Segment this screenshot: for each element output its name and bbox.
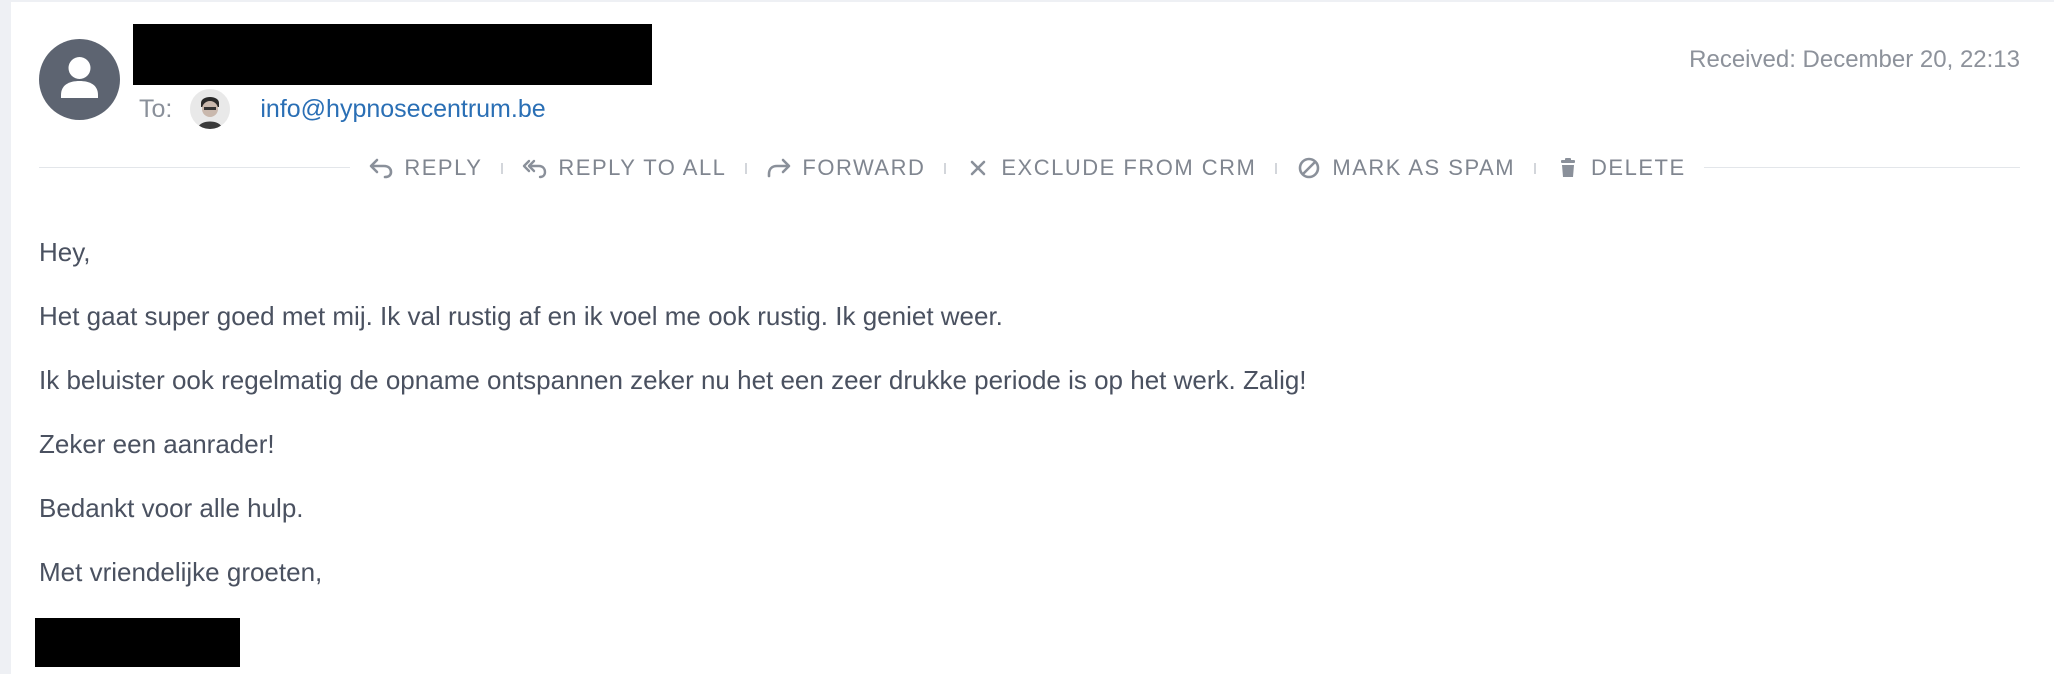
exclude-from-crm-button[interactable]: EXCLUDE FROM CRM [965, 155, 1256, 181]
body-line: Hey, [39, 237, 91, 267]
body-line: Bedankt voor alle hulp. [39, 493, 304, 523]
delete-label: DELETE [1591, 155, 1686, 180]
received-timestamp: Received: December 20, 22:13 [1689, 46, 2020, 73]
trash-icon [1555, 155, 1581, 181]
recipient-avatar [190, 89, 231, 129]
body-line: Ik beluister ook regelmatig de opname on… [39, 365, 1307, 395]
sender-avatar [39, 39, 120, 120]
forward-icon [766, 155, 792, 181]
user-silhouette-icon [61, 57, 98, 98]
forward-label: FORWARD [802, 155, 926, 180]
body-line: Met vriendelijke groeten, [39, 557, 323, 587]
message-actions-toolbar: REPLY REPLY TO ALL FORWARD EXCLUDE FROM … [0, 150, 2054, 186]
reply-label: REPLY [404, 155, 483, 180]
redacted-signature [35, 618, 240, 667]
body-line: Zeker een aanrader! [39, 429, 275, 459]
toolbar-separator [1275, 162, 1278, 174]
toolbar-separator [745, 162, 748, 174]
recipient-email-link[interactable]: info@hypnosecentrum.be [260, 95, 545, 124]
to-label: To: [139, 94, 173, 123]
reply-button[interactable]: REPLY [368, 155, 482, 181]
email-body: Hey, Het gaat super goed met mij. Ik val… [39, 232, 1307, 616]
block-icon [1296, 155, 1322, 181]
redacted-sender-name [133, 24, 652, 85]
exclude-from-crm-label: EXCLUDE FROM CRM [1001, 155, 1257, 180]
close-icon [965, 155, 991, 181]
reply-to-all-button[interactable]: REPLY TO ALL [522, 155, 726, 181]
forward-button[interactable]: FORWARD [766, 155, 925, 181]
toolbar-separator [1534, 162, 1537, 174]
body-line: Het gaat super goed met mij. Ik val rust… [39, 301, 1003, 331]
reply-to-all-label: REPLY TO ALL [558, 155, 727, 180]
mark-as-spam-label: MARK AS SPAM [1332, 155, 1516, 180]
toolbar-separator [501, 162, 504, 174]
mark-as-spam-button[interactable]: MARK AS SPAM [1296, 155, 1515, 181]
recipient-photo-icon [190, 89, 231, 129]
recipient-row: To: info@hypnosecentrum.be [139, 88, 546, 130]
reply-all-icon [522, 155, 548, 181]
reply-icon [368, 155, 394, 181]
delete-button[interactable]: DELETE [1555, 155, 1686, 181]
toolbar-separator [944, 162, 947, 174]
